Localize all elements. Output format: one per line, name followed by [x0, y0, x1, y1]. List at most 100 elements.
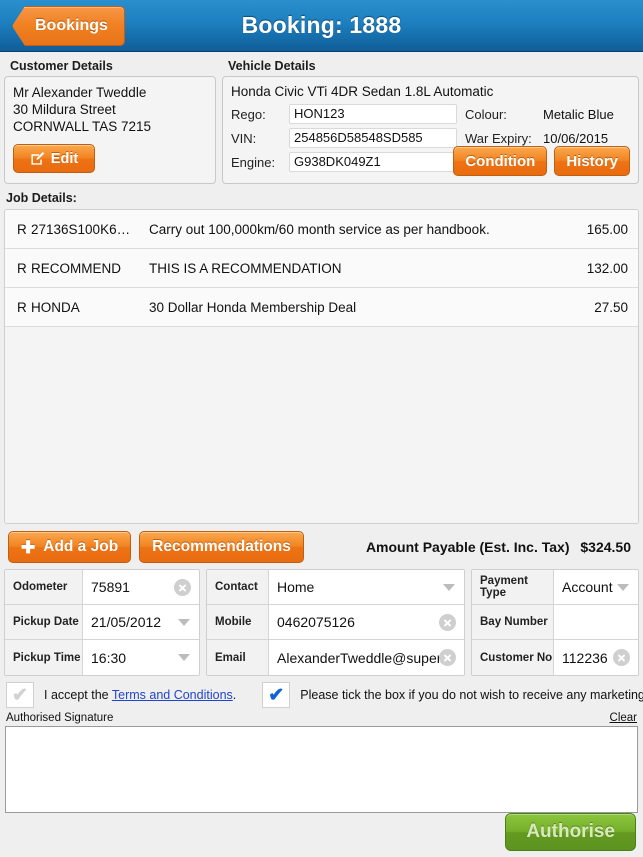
job-price: 132.00 — [586, 260, 628, 276]
clear-icon[interactable] — [174, 578, 191, 596]
engine-label: Engine: — [231, 154, 276, 170]
details-section: Customer Details Mr Alexander Tweddle 30… — [0, 52, 643, 188]
vehicle-actions: Condition History — [453, 146, 630, 176]
vehicle-details-title: Vehicle Details — [228, 59, 316, 73]
pickup-time-label: Pickup Time — [5, 640, 83, 676]
checkmark-icon: ✔ — [12, 684, 28, 706]
table-row[interactable]: R 27136S100K6… Carry out 100,000km/60 mo… — [5, 210, 638, 249]
job-price: 27.50 — [594, 299, 628, 315]
recommendations-label: Recommendations — [152, 538, 291, 556]
contact-row: Contact Home — [207, 570, 464, 606]
odometer-input[interactable]: 75891 — [83, 579, 174, 595]
job-code: RECOMMEND — [31, 260, 121, 276]
terms-and-conditions-link[interactable]: Terms and Conditions — [112, 688, 233, 702]
customer-details-panel: Customer Details Mr Alexander Tweddle 30… — [4, 58, 216, 184]
job-code: 27136S100K6… — [31, 221, 131, 237]
back-button-label: Bookings — [35, 17, 108, 34]
plus-icon: ✚ — [21, 537, 36, 557]
job-price: 165.00 — [586, 221, 628, 237]
table-row[interactable]: R RECOMMEND THIS IS A RECOMMENDATION 132… — [5, 249, 638, 288]
form-column-one: Odometer 75891 Pickup Date 21/05/2012 Pi… — [4, 569, 200, 677]
customer-street: 30 Mildura Street — [13, 102, 116, 117]
edit-pencil-icon — [30, 151, 45, 166]
table-row[interactable]: R HONDA 30 Dollar Honda Membership Deal … — [5, 288, 638, 327]
vehicle-details-box: Honda Civic VTi 4DR Sedan 1.8L Automatic… — [222, 76, 639, 184]
terms-row: ✔ I accept the Terms and Conditions. ✔ P… — [0, 676, 643, 710]
bay-number-label: Bay Number — [472, 605, 554, 640]
chevron-down-icon[interactable] — [178, 618, 190, 626]
vin-label: VIN: — [231, 130, 257, 146]
pickup-date-input[interactable]: 21/05/2012 — [83, 614, 178, 630]
job-code: HONDA — [31, 299, 80, 315]
colour-value: Metalic Blue — [543, 106, 614, 122]
clear-signature-link[interactable]: Clear — [610, 712, 637, 724]
clear-icon[interactable] — [613, 649, 630, 667]
authorise-button-label: Authorise — [526, 821, 615, 842]
pickup-date-row: Pickup Date 21/05/2012 — [5, 605, 199, 641]
payment-type-label: Payment Type — [472, 570, 554, 605]
clear-icon[interactable] — [439, 649, 456, 667]
customer-no-row: Customer No 112236 — [472, 640, 638, 676]
condition-button-label: Condition — [465, 152, 536, 170]
edit-customer-label: Edit — [50, 150, 79, 167]
pickup-time-input[interactable]: 16:30 — [83, 650, 178, 666]
authorise-button[interactable]: Authorise — [505, 813, 636, 851]
job-list-empty-area — [5, 327, 638, 524]
vehicle-details-panel: Vehicle Details Honda Civic VTi 4DR Seda… — [222, 58, 639, 184]
pickup-time-row: Pickup Time 16:30 — [5, 640, 199, 676]
booking-form: Odometer 75891 Pickup Date 21/05/2012 Pi… — [0, 569, 643, 677]
war-expiry-value: 10/06/2015 — [543, 130, 609, 146]
job-flag: R — [17, 299, 27, 315]
add-job-label: Add a Job — [43, 538, 119, 556]
clear-icon[interactable] — [439, 613, 456, 631]
mobile-input[interactable]: 0462075126 — [269, 614, 439, 630]
accept-terms-checkbox[interactable]: ✔ — [6, 682, 34, 709]
colour-label: Colour: — [465, 106, 507, 122]
marketing-optout-text: Please tick the box if you do not wish t… — [300, 688, 643, 703]
vehicle-description: Honda Civic VTi 4DR Sedan 1.8L Automatic — [231, 84, 494, 99]
payment-type-input[interactable]: Account — [554, 579, 617, 595]
customer-no-label: Customer No — [472, 640, 554, 676]
navigation-bar: Bookings Booking: 1888 — [0, 0, 643, 52]
booking-screen: Bookings Booking: 1888 Customer Details … — [0, 0, 643, 857]
marketing-optout-checkbox[interactable]: ✔ — [262, 682, 291, 709]
history-button-label: History — [566, 152, 618, 170]
payment-type-row: Payment Type Account — [472, 570, 638, 606]
amount-payable-value: $324.50 — [580, 539, 631, 556]
job-details-list[interactable]: R 27136S100K6… Carry out 100,000km/60 mo… — [4, 209, 639, 525]
history-button[interactable]: History — [554, 146, 630, 176]
email-input[interactable]: AlexanderTweddle@super — [269, 650, 439, 666]
edit-customer-button[interactable]: Edit — [13, 144, 95, 173]
recommendations-button[interactable]: Recommendations — [139, 531, 304, 564]
chevron-down-icon[interactable] — [178, 654, 190, 662]
bay-number-row: Bay Number — [472, 605, 638, 641]
signature-header: Authorised Signature Clear — [0, 710, 643, 726]
condition-button[interactable]: Condition — [453, 146, 548, 176]
chevron-down-icon[interactable] — [617, 583, 629, 591]
email-row: Email AlexanderTweddle@super — [207, 640, 464, 676]
customer-no-input[interactable]: 112236 — [554, 650, 613, 666]
contact-label: Contact — [207, 570, 269, 605]
job-actions-bar: ✚ Add a Job Recommendations Amount Payab… — [0, 524, 643, 569]
contact-input[interactable]: Home — [269, 579, 443, 595]
job-description: THIS IS A RECOMMENDATION — [149, 260, 342, 276]
customer-details-box: Mr Alexander Tweddle 30 Mildura Street C… — [4, 76, 216, 184]
chevron-down-icon[interactable] — [443, 583, 455, 591]
add-job-button[interactable]: ✚ Add a Job — [8, 531, 132, 564]
mobile-label: Mobile — [207, 605, 269, 640]
back-button-bookings[interactable]: Bookings — [12, 6, 125, 46]
amount-payable-label: Amount Payable (Est. Inc. Tax) — [365, 539, 570, 556]
amount-payable: Amount Payable (Est. Inc. Tax) $324.50 — [366, 539, 637, 555]
odometer-label: Odometer — [5, 570, 83, 605]
engine-field[interactable]: G938DK049Z1 — [289, 152, 457, 172]
accept-terms-text: I accept the Terms and Conditions. — [44, 688, 236, 702]
signature-canvas[interactable] — [5, 726, 638, 813]
job-flag: R — [17, 221, 27, 237]
job-flag: R — [17, 260, 27, 276]
rego-field[interactable]: HON123 — [289, 104, 457, 124]
job-details-heading: Job Details: — [6, 191, 77, 205]
rego-label: Rego: — [231, 106, 266, 122]
accept-terms-prefix: I accept the — [44, 688, 112, 703]
vin-field[interactable]: 254856D58548SD585 — [289, 128, 457, 148]
signature-label: Authorised Signature — [6, 712, 114, 725]
